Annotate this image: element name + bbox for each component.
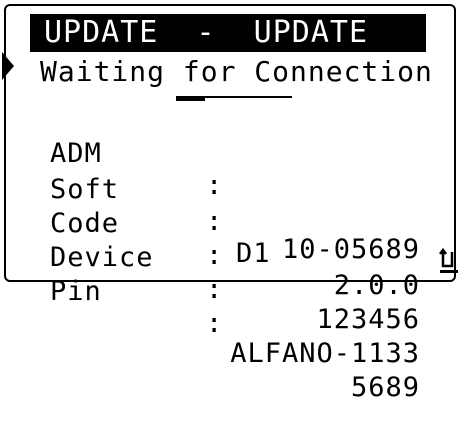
right-pointer-icon[interactable] [2, 52, 14, 80]
info-row-adm: ADM : 10-05689 [50, 106, 420, 265]
info-value: 5689 [350, 372, 420, 403]
connection-progress-fill [176, 98, 205, 101]
info-row-device: Device : ALFANO-1133 [50, 210, 420, 369]
connection-status: Waiting for Connection [40, 55, 433, 88]
info-row-soft: Soft : D1 2.0.0 [50, 142, 420, 301]
info-colon: : [206, 308, 224, 339]
info-label: Pin [50, 276, 102, 307]
connection-progress [176, 96, 292, 101]
info-value: 123456 [316, 304, 420, 335]
info-value: ALFANO-1133 [230, 338, 420, 369]
info-colon: : [206, 274, 224, 305]
back-arrow-icon[interactable] [438, 248, 460, 276]
lcd-screen: UPDATE - UPDATE Waiting for Connection A… [0, 0, 464, 403]
info-row-code: Code : 123456 [50, 176, 420, 335]
info-row-pin: Pin : 5689 [50, 244, 420, 403]
update-header: UPDATE - UPDATE [30, 14, 426, 52]
